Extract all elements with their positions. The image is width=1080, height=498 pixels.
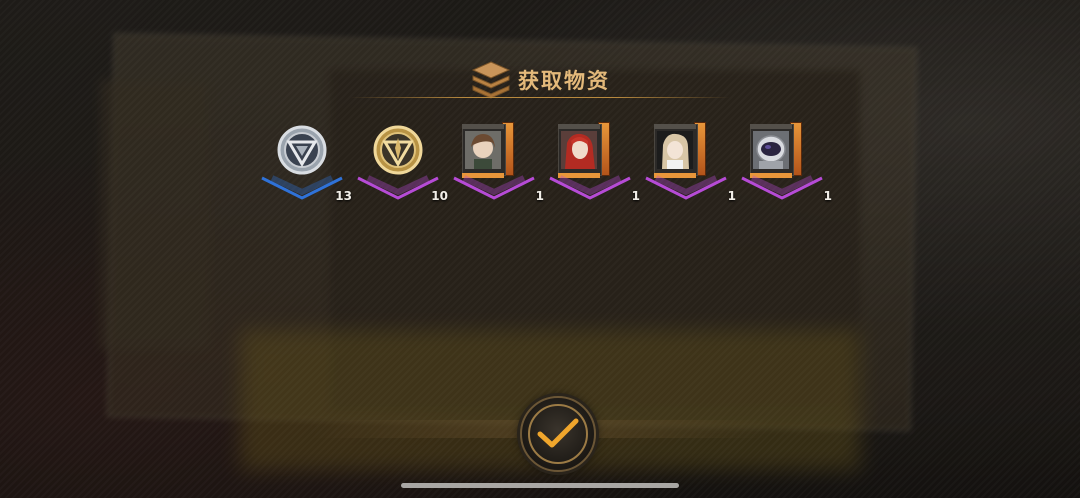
rarity-chevron	[357, 175, 439, 200]
reward-item[interactable]: 1	[546, 118, 640, 214]
character-portrait-icon	[750, 122, 802, 178]
character-portrait-icon	[462, 122, 514, 178]
reward-item[interactable]: 13	[258, 118, 352, 214]
reward-item[interactable]: 1	[450, 118, 544, 214]
rarity-chevron	[261, 175, 343, 200]
reward-count: 1	[535, 189, 544, 203]
reward-count: 10	[431, 189, 448, 203]
character-portrait-icon	[558, 122, 610, 178]
dialog-title: 获取物资	[518, 68, 610, 93]
reward-item[interactable]: 1	[642, 118, 736, 214]
stacked-supplies-icon	[470, 60, 512, 100]
checkmark-icon	[537, 418, 579, 448]
rarity-chevron	[741, 175, 823, 200]
confirm-button[interactable]	[520, 396, 596, 472]
gold-emblem-icon	[372, 122, 424, 178]
silver-emblem-icon	[276, 122, 328, 178]
reward-count: 1	[727, 189, 736, 203]
reward-count: 1	[823, 189, 832, 203]
title-divider	[350, 97, 730, 98]
rarity-chevron	[645, 175, 727, 200]
reward-item[interactable]: 1	[738, 118, 832, 214]
reward-item[interactable]: 10	[354, 118, 448, 214]
rarity-chevron	[549, 175, 631, 200]
reward-count: 1	[631, 189, 640, 203]
rarity-chevron	[453, 175, 535, 200]
character-portrait-icon	[654, 122, 706, 178]
home-indicator[interactable]	[401, 483, 679, 488]
reward-list: 13 10 1 1 1 1	[0, 118, 1080, 228]
reward-count: 13	[335, 189, 352, 203]
